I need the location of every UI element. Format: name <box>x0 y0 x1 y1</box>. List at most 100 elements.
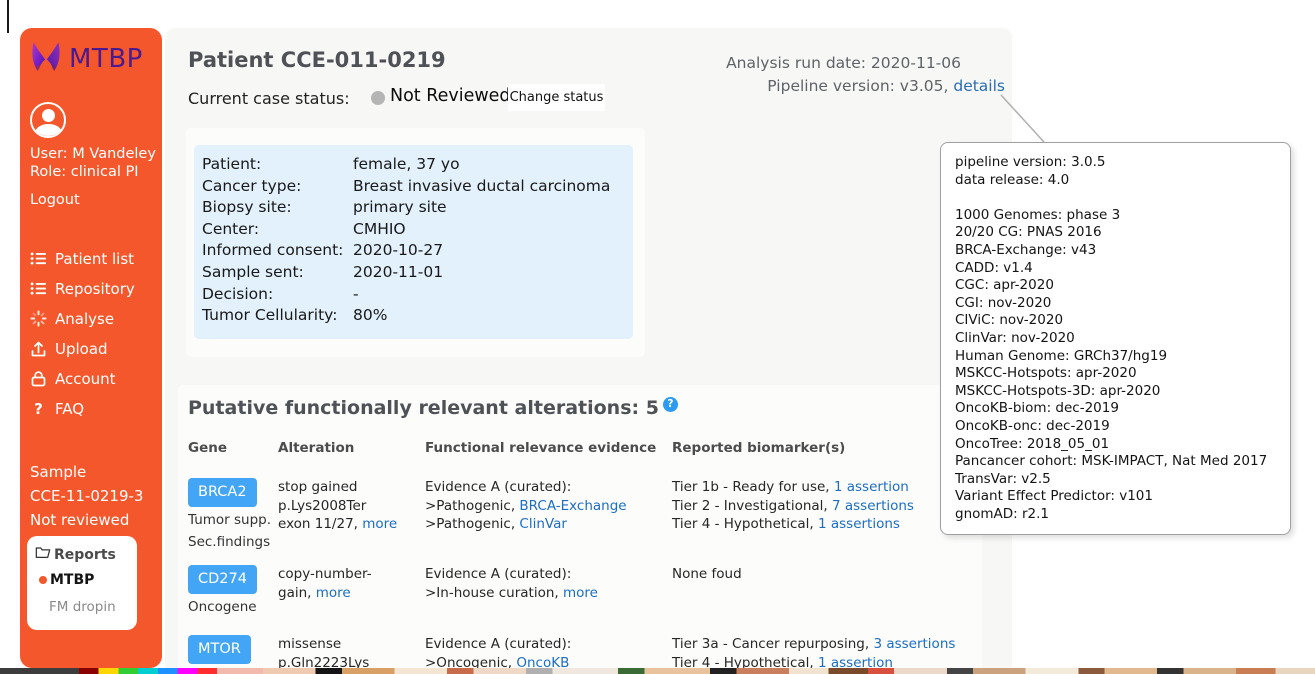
gene-sub: Sec.findings <box>188 534 276 551</box>
info-value: 2020-11-01 <box>353 262 443 284</box>
logout-link[interactable]: Logout <box>30 191 80 209</box>
tooltip-line: Variant Effect Predictor: v101 <box>955 488 1284 506</box>
info-label: Patient: <box>202 154 353 176</box>
gene-badge[interactable]: BRCA2 <box>188 478 257 507</box>
info-value: 80% <box>353 305 387 327</box>
info-row: Center:CMHIO <box>202 219 633 241</box>
tooltip-line <box>955 189 1284 207</box>
reports-card: Reports MTBP FM dropin <box>27 536 137 630</box>
sample-block: Sample CCE-11-0219-3 Not reviewed <box>30 460 143 532</box>
sidebar-item-repository[interactable]: Repository <box>30 280 135 297</box>
info-label: Decision: <box>202 284 353 306</box>
folder-icon <box>35 546 51 563</box>
gene-sub: Oncogene <box>188 599 276 616</box>
sidebar-item-patient-list[interactable]: Patient list <box>30 250 135 267</box>
spinner-icon <box>30 310 47 327</box>
change-status-button[interactable]: Change status <box>508 84 605 111</box>
inline-link[interactable]: BRCA-Exchange <box>519 498 626 514</box>
gene-cell: CD274 Oncogene <box>188 565 276 616</box>
pipeline-version: Pipeline version: v3.05, <box>767 77 948 95</box>
sample-status: Not reviewed <box>30 508 143 532</box>
question-icon: ? <box>30 400 47 417</box>
info-value: female, 37 yo <box>353 154 460 176</box>
tooltip-line: data release: 4.0 <box>955 172 1284 190</box>
inline-link[interactable]: more <box>362 516 397 532</box>
inline-link[interactable]: 1 assertion <box>834 479 909 495</box>
report-item-mtbp[interactable]: MTBP <box>39 572 94 588</box>
tooltip-line: ClinVar: nov-2020 <box>955 330 1284 348</box>
evidence-cell: Evidence A (curated):>Pathogenic, BRCA-E… <box>425 478 670 534</box>
info-value: Breast invasive ductal carcinoma <box>353 176 610 198</box>
sidebar-item-account[interactable]: Account <box>30 370 135 387</box>
case-status-value: Not Reviewed <box>390 86 511 106</box>
tooltip-line: gnomAD: r2.1 <box>955 506 1284 524</box>
user-role: Role: clinical PI <box>30 163 139 181</box>
gene-badge[interactable]: CD274 <box>188 565 257 594</box>
alterations-card: Putative functionally relevant alteratio… <box>178 385 982 674</box>
main-panel: Patient CCE-011-0219 Current case status… <box>165 28 1012 674</box>
info-label: Tumor Cellularity: <box>202 305 353 327</box>
window-edge-artifact <box>7 0 9 33</box>
sidebar: MTBP User: M Vandeley Role: clinical PI … <box>20 28 162 668</box>
tooltip-line: Human Genome: GRCh37/hg19 <box>955 348 1284 366</box>
gene-cell: MTOR <box>188 635 276 664</box>
help-icon[interactable]: ? <box>663 397 678 412</box>
gene-sub: Tumor supp. <box>188 512 276 529</box>
analysis-run-date: Analysis run date: 2020-11-06 <box>726 52 1005 75</box>
inline-link[interactable]: more <box>316 585 351 601</box>
list-icon <box>30 280 47 297</box>
column-header: Gene <box>188 440 276 456</box>
details-link[interactable]: details <box>953 77 1005 95</box>
inline-link[interactable]: ClinVar <box>519 516 567 532</box>
sidebar-item-analyse[interactable]: Analyse <box>30 310 135 327</box>
sidebar-menu: Patient list Repository Analyse Upload Accou… <box>30 250 135 417</box>
inline-link[interactable]: 3 assertions <box>873 636 955 652</box>
run-info: Analysis run date: 2020-11-06 Pipeline v… <box>726 52 1005 98</box>
column-header: Reported biomarker(s) <box>672 440 980 456</box>
screenshot-artifact-stripe <box>0 668 1315 674</box>
sidebar-item-label: Repository <box>55 280 135 298</box>
sidebar-item-label: Upload <box>55 340 108 358</box>
inline-link[interactable]: more <box>563 585 598 601</box>
tooltip-line: BRCA-Exchange: v43 <box>955 242 1284 260</box>
reports-title: Reports <box>35 546 116 563</box>
page-title: Patient CCE-011-0219 <box>188 48 446 72</box>
inline-link[interactable]: 7 assertions <box>832 498 914 514</box>
info-row: Sample sent:2020-11-01 <box>202 262 633 284</box>
alteration-cell: missensep.Gln2223Lys <box>278 635 423 672</box>
sidebar-item-label: Account <box>55 370 116 388</box>
logo-text: MTBP <box>69 44 143 74</box>
info-value: CMHIO <box>353 219 406 241</box>
sample-id: CCE-11-0219-3 <box>30 484 143 508</box>
inline-link[interactable]: 1 assertions <box>818 516 900 532</box>
report-item-fm-dropin[interactable]: FM dropin <box>49 599 116 615</box>
tooltip-line: CADD: v1.4 <box>955 260 1284 278</box>
tooltip-line: pipeline version: 3.0.5 <box>955 154 1284 172</box>
info-value: - <box>353 284 359 306</box>
sample-label: Sample <box>30 460 143 484</box>
sidebar-item-faq[interactable]: ?FAQ <box>30 400 135 417</box>
tooltip-line: CGC: apr-2020 <box>955 277 1284 295</box>
biomarker-cell: Tier 1b - Ready for use, 1 assertionTier… <box>672 478 980 534</box>
tooltip-line: MSKCC-Hotspots-3D: apr-2020 <box>955 383 1284 401</box>
alteration-cell: copy-number-gain, more <box>278 565 423 602</box>
upload-icon <box>30 340 47 357</box>
mtbp-logo-icon <box>28 38 64 80</box>
tooltip-line: OncoTree: 2018_05_01 <box>955 436 1284 454</box>
biomarker-cell: Tier 3a - Cancer repurposing, 3 assertio… <box>672 635 980 672</box>
status-dot <box>371 91 385 105</box>
info-value: primary site <box>353 197 447 219</box>
sidebar-item-upload[interactable]: Upload <box>30 340 135 357</box>
alterations-title: Putative functionally relevant alteratio… <box>188 397 678 419</box>
info-row: Tumor Cellularity:80% <box>202 305 633 327</box>
biomarker-cell: None foud <box>672 565 980 584</box>
user-name: User: M Vandeley <box>30 145 156 163</box>
tooltip-line: Pancancer cohort: MSK-IMPACT, Nat Med 20… <box>955 453 1284 471</box>
info-label: Center: <box>202 219 353 241</box>
logo: MTBP <box>28 38 143 80</box>
info-label: Informed consent: <box>202 240 353 262</box>
evidence-cell: Evidence A (curated):>In-house curation,… <box>425 565 670 602</box>
gene-badge[interactable]: MTOR <box>188 635 251 664</box>
alteration-cell: stop gainedp.Lys2008Terexon 11/27, more <box>278 478 423 534</box>
info-value: 2020-10-27 <box>353 240 443 262</box>
